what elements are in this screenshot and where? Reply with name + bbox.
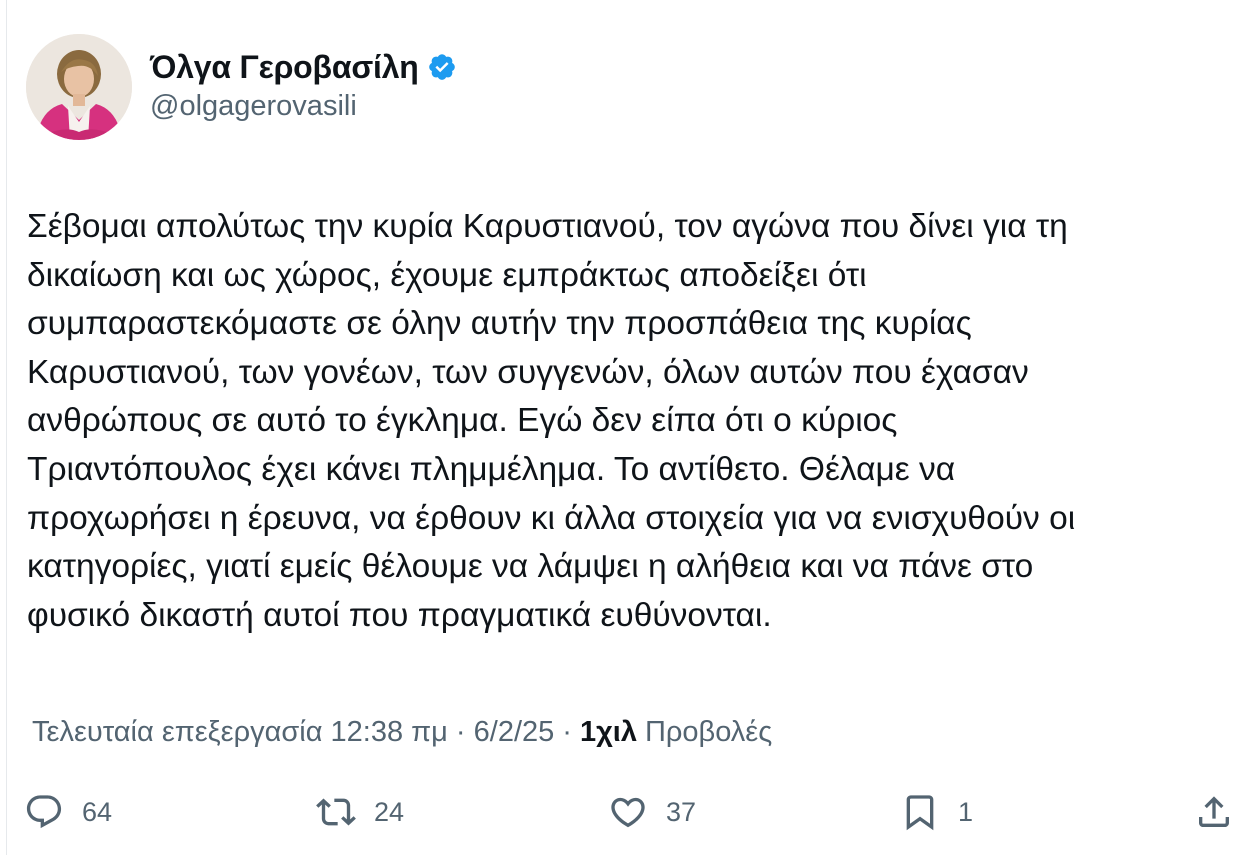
reply-icon (26, 795, 62, 829)
tweet-meta: Τελευταία επεξεργασία 12:38 πμ · 6/2/25 … (32, 716, 772, 749)
tweet-text: Σέβομαι απολύτως την κυρία Καρυστιανού, … (27, 203, 1243, 640)
tweet-text-line: κατηγορίες, γιατί εμείς θέλουμε να λάμψε… (27, 548, 1034, 586)
tweet-text-line: Σέβομαι απολύτως την κυρία Καρυστιανού, … (27, 208, 1068, 245)
views-label: Προβολές (644, 716, 773, 748)
author-display-name[interactable]: Όλγα Γεροβασίλη (150, 49, 419, 86)
views-count: 1χιλ (579, 716, 637, 748)
meta-separator: · (562, 716, 572, 748)
verified-badge-icon[interactable] (427, 52, 457, 82)
share-icon (1199, 796, 1229, 827)
bookmark-icon (906, 795, 934, 831)
tweet-text-line: Τριαντόπουλος έχει κάνει πλημμέλημα. Το … (27, 450, 956, 488)
repost-button[interactable]: 24 (316, 786, 404, 838)
reply-button[interactable]: 64 (24, 786, 112, 838)
like-count: 37 (666, 796, 697, 827)
tweet-text-line: δικαίωση και ως χώρος, έχουμε εμπράκτως … (27, 256, 867, 294)
profile-photo-icon (26, 34, 132, 140)
tweet-text-line: προχωρήσει η έρευνα, να έρθουν κι άλλα σ… (27, 499, 1076, 537)
tweet-text-line: Καρυστιανού, των γονέων, των συγγενών, ό… (27, 353, 1029, 391)
author-name-row: Όλγα Γεροβασίλη (150, 46, 457, 88)
like-button[interactable]: 37 (608, 786, 696, 838)
bookmark-button[interactable]: 1 (900, 786, 973, 838)
edited-timestamp[interactable]: Τελευταία επεξεργασία 12:38 πμ · 6/2/25 (32, 716, 554, 749)
tweet-text-line: φυσικό δικαστή αυτοί που πραγματικά ευθύ… (27, 596, 772, 634)
like-icon (611, 797, 645, 828)
tweet-text-line: συμπαραστεκόμαστε σε όλην αυτήν την προσ… (27, 305, 972, 343)
share-button[interactable] (1194, 786, 1234, 838)
tweet-text-line: ανθρώπους σε αυτό το έγκλημα. Εγώ δεν εί… (27, 402, 898, 440)
panel-edge (6, 0, 7, 855)
repost-count: 24 (374, 796, 405, 827)
avatar[interactable] (26, 34, 132, 140)
author-handle[interactable]: @olgagerovasili (150, 90, 357, 123)
repost-icon (316, 798, 356, 826)
action-bar: 64 24 37 1 (0, 786, 1253, 838)
bookmark-count: 1 (958, 796, 974, 827)
reply-count: 64 (82, 796, 113, 827)
